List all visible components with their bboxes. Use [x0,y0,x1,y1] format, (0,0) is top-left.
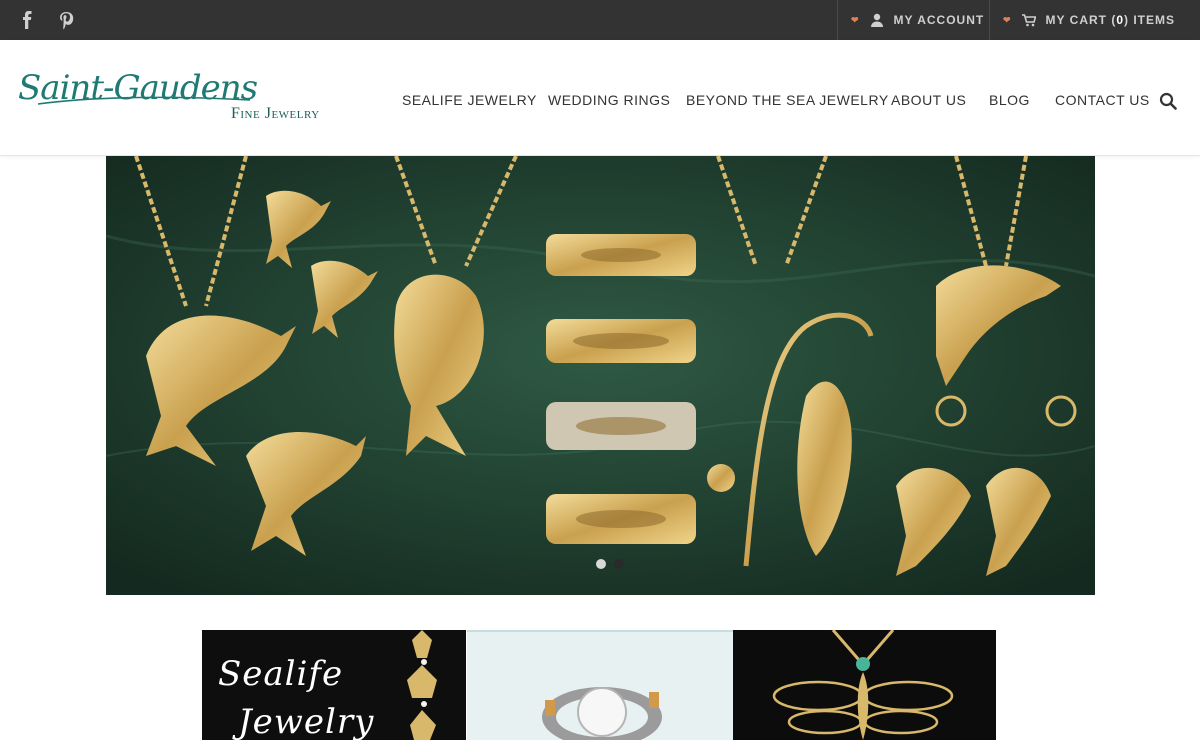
logo-subtitle: Fine Jewelry [231,105,320,122]
social-links [18,10,76,30]
slider-dot-2[interactable] [614,559,624,569]
site-logo[interactable]: Saint-Gaudens Fine Jewelry [18,68,322,128]
top-utility-bar: ❤ MY ACCOUNT ❤ MY CART (0) ITEMS [0,0,1200,40]
pinterest-icon[interactable] [56,10,76,30]
tile-sealife-jewelry[interactable]: Sealife Jewelry [202,630,466,740]
cart-count: 0 [1116,13,1125,27]
search-icon[interactable] [1159,92,1177,110]
cart-suffix: ) ITEMS [1124,13,1176,27]
tile-wedding-rings[interactable] [467,630,733,740]
nav-contact-us[interactable]: CONTACT US [1055,92,1150,108]
dragonfly-pendant-image [772,630,954,740]
my-account-label: MY ACCOUNT [893,13,985,27]
chevron-down-icon: ❤ [1003,14,1012,25]
logo-swash [37,96,251,105]
nav-sealife-jewelry[interactable]: SEALIFE JEWELRY [402,92,537,108]
nav-about-us[interactable]: ABOUT US [891,92,966,108]
cart-prefix: MY CART ( [1045,13,1117,27]
site-header: Saint-Gaudens Fine Jewelry SEALIFE JEWEL… [0,40,1200,156]
nav-blog[interactable]: BLOG [989,92,1030,108]
tile-sealife-line2: Jewelry [238,702,375,740]
my-account-link[interactable]: ❤ MY ACCOUNT [837,0,990,40]
tile-beyond-the-sea-jewelry[interactable] [733,630,996,740]
cart-icon [1021,13,1036,26]
hero-slider[interactable] [106,156,1095,595]
engagement-ring-image [542,687,662,740]
slider-dot-1[interactable] [596,559,606,569]
chevron-down-icon: ❤ [851,14,860,25]
facebook-icon[interactable] [18,10,38,30]
hero-image [106,156,1095,595]
shell-necklace-image [407,630,437,740]
tile-sealife-line1: Sealife [218,654,344,694]
my-cart-link[interactable]: ❤ MY CART (0) ITEMS [990,0,1175,40]
user-icon [870,13,883,27]
nav-beyond-the-sea-jewelry[interactable]: BEYOND THE SEA JEWELRY [686,92,889,108]
slider-dots [596,559,624,569]
nav-wedding-rings[interactable]: WEDDING RINGS [548,92,670,108]
